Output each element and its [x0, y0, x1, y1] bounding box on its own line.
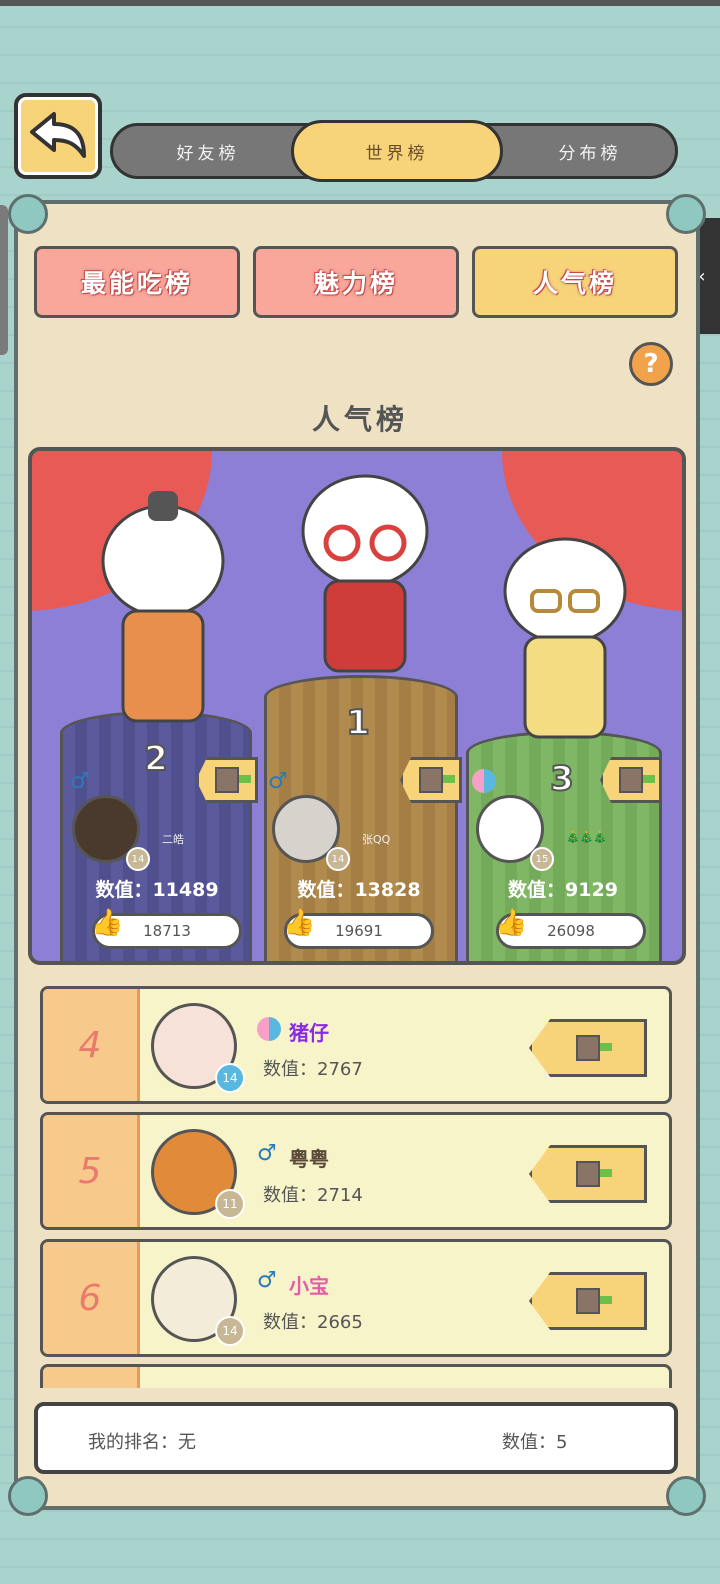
subtab-eating[interactable]: 最能吃榜 [34, 246, 240, 318]
corner-ornament [8, 194, 48, 234]
thumbs-up-icon: 👍 [91, 908, 124, 938]
podium-rank-3: 3 [549, 758, 575, 800]
tab-distribution[interactable]: 分布榜 [505, 120, 675, 182]
podium-value-2: 数值：11489 [95, 879, 219, 901]
podium-rank-2: 2 [143, 738, 169, 780]
podium-stage: 2 1 3 ♂ ♂ 14 14 15 二皓 张QQ 🎄🎄🎄 数值：11489 数… [28, 447, 686, 965]
subtab-popularity[interactable]: 人气榜 [472, 246, 678, 318]
row-value: 数值：2767 [263, 1059, 363, 1080]
like-button-2[interactable]: 👍 18713 [91, 908, 242, 949]
yin-yang-icon [472, 769, 496, 793]
like-count: 26098 [547, 922, 595, 940]
corner-ornament [8, 1476, 48, 1516]
tiger-character-2 [101, 491, 225, 723]
level-badge: 14 [215, 1063, 245, 1093]
subtab-charm[interactable]: 魅力榜 [253, 246, 459, 318]
tab-world[interactable]: 世界榜 [291, 120, 503, 182]
level-badge: 14 [215, 1316, 245, 1346]
male-icon: ♂ [70, 769, 90, 794]
door-icon [215, 767, 251, 793]
yin-yang-icon [257, 1017, 281, 1041]
bear-character-3 [503, 537, 627, 739]
list-item-partial [40, 1364, 672, 1388]
row-name: 小宝 [289, 1274, 329, 1298]
row-rank: 4 [43, 989, 140, 1101]
top-tab-bar: 好友榜 世界榜 分布榜 [110, 120, 678, 182]
podium-value-3: 数值：9129 [508, 879, 618, 901]
tiger-character-1 [301, 474, 429, 673]
list-item[interactable]: 5 11 ♂ 粤粤 数值：2714 [40, 1112, 672, 1230]
podium-name-3: 🎄🎄🎄 [566, 831, 608, 844]
my-rank-value: 数值：5 [502, 1432, 568, 1453]
like-count: 19691 [335, 922, 383, 940]
thumbs-up-icon: 👍 [283, 908, 316, 938]
like-button-3[interactable]: 👍 26098 [495, 908, 646, 949]
row-rank: 6 [43, 1242, 140, 1354]
door-icon [576, 1288, 612, 1314]
podium-rank-1: 1 [345, 702, 371, 744]
like-button-1[interactable]: 👍 19691 [283, 908, 434, 949]
row-value: 数值：2714 [263, 1185, 363, 1206]
row-name: 猪仔 [289, 1021, 329, 1045]
podium-name-1: 张QQ [362, 833, 391, 846]
level-badge: 14 [126, 847, 150, 871]
male-icon: ♂ [257, 1268, 277, 1293]
visit-button-2[interactable] [196, 757, 258, 803]
door-icon [576, 1035, 612, 1061]
podium-value-1: 数值：13828 [297, 879, 421, 901]
visit-button[interactable] [529, 1019, 647, 1077]
level-badge: 14 [326, 847, 350, 871]
left-edge-tab[interactable] [0, 205, 8, 355]
podium-name-2: 二皓 [162, 833, 184, 846]
list-item[interactable]: 4 14 猪仔 数值：2767 [40, 986, 672, 1104]
tab-friends[interactable]: 好友榜 [123, 120, 293, 182]
male-icon: ♂ [257, 1141, 277, 1166]
row-value: 数值：2665 [263, 1312, 363, 1333]
back-arrow-icon [30, 112, 86, 158]
help-button[interactable]: ? [629, 342, 673, 386]
visit-button-1[interactable] [400, 757, 462, 803]
corner-ornament [666, 1476, 706, 1516]
list-item[interactable]: 6 14 ♂ 小宝 数值：2665 [40, 1239, 672, 1357]
level-badge: 15 [530, 847, 554, 871]
row-rank [43, 1367, 140, 1388]
visit-button[interactable] [529, 1272, 647, 1330]
back-button[interactable] [14, 93, 102, 179]
like-count: 18713 [143, 922, 191, 940]
top-edge [0, 0, 720, 6]
visit-button-3[interactable] [600, 757, 662, 803]
row-rank: 5 [43, 1115, 140, 1227]
my-rank-bar: 我的排名：无 数值：5 [34, 1402, 678, 1474]
row-name: 粤粤 [289, 1147, 329, 1171]
door-icon [576, 1161, 612, 1187]
corner-ornament [666, 194, 706, 234]
thumbs-up-icon: 👍 [495, 908, 528, 938]
door-icon [619, 767, 655, 793]
my-rank-text: 我的排名：无 [88, 1432, 196, 1453]
door-icon [419, 767, 455, 793]
visit-button[interactable] [529, 1145, 647, 1203]
level-badge: 11 [215, 1189, 245, 1219]
board-title: 人气榜 [311, 403, 408, 436]
male-icon: ♂ [268, 769, 288, 794]
